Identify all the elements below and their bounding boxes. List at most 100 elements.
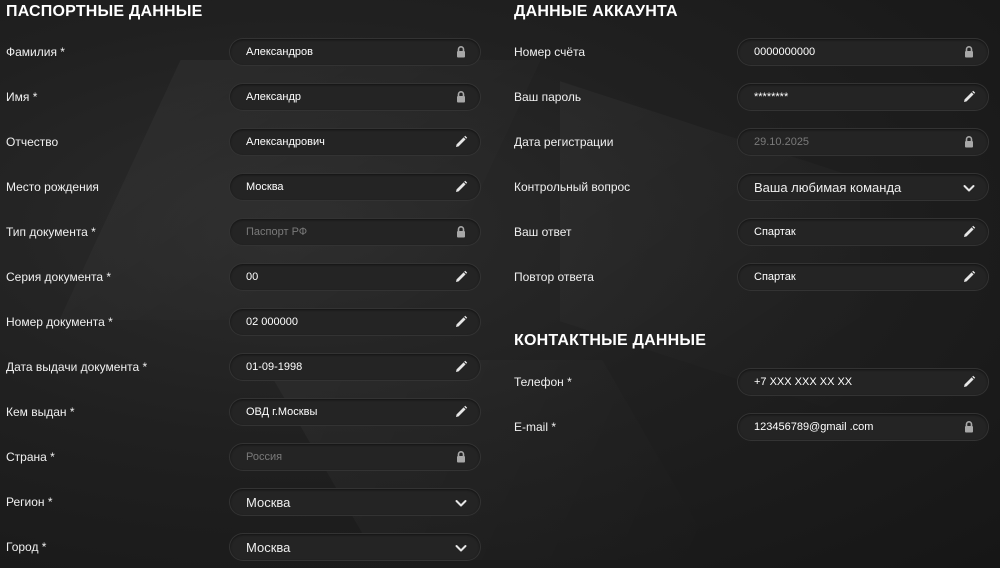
contacts-field-label: E-mail *: [514, 420, 557, 434]
passport-field-value: ОВД г.Москвы: [246, 406, 318, 418]
account-field-0: 0000000000: [737, 38, 989, 66]
passport-field-3[interactable]: Москва: [229, 173, 481, 201]
account-row: Дата регистрации 29.10.2025: [508, 128, 998, 158]
pencil-icon[interactable]: [454, 405, 468, 419]
passport-row: Страна * Россия: [0, 443, 490, 473]
passport-row: Тип документа * Паспорт РФ: [0, 218, 490, 248]
passport-field-label: Страна *: [6, 450, 55, 464]
contacts-field-value: 123456789@gmail .com: [754, 421, 874, 433]
passport-section-title: ПАСПОРТНЫЕ ДАННЫЕ: [6, 3, 203, 20]
pencil-icon[interactable]: [454, 315, 468, 329]
account-row: Номер счёта 0000000000: [508, 38, 998, 68]
passport-dropdown-11[interactable]: Москва: [229, 533, 481, 561]
passport-row: Серия документа * 00: [0, 263, 490, 293]
account-field-5[interactable]: Спартак: [737, 263, 989, 291]
lock-icon: [454, 225, 468, 239]
chevron-down-icon[interactable]: [962, 181, 976, 195]
account-field-1[interactable]: ********: [737, 83, 989, 111]
lock-icon: [962, 45, 976, 59]
passport-row: Город * Москва: [0, 533, 490, 563]
passport-dropdown-10[interactable]: Москва: [229, 488, 481, 516]
passport-field-label: Дата выдачи документа *: [6, 360, 148, 374]
account-field-value: ********: [754, 91, 789, 103]
passport-row: Место рождения Москва: [0, 173, 490, 203]
account-dropdown-3[interactable]: Ваша любимая команда: [737, 173, 989, 201]
passport-field-value: Москва: [246, 495, 291, 510]
pencil-icon[interactable]: [962, 375, 976, 389]
passport-row: Отчество Александрович: [0, 128, 490, 158]
passport-field-6[interactable]: 02 000000: [229, 308, 481, 336]
account-field-label: Номер счёта: [514, 45, 586, 59]
passport-field-label: Номер документа *: [6, 315, 113, 329]
passport-field-value: Александров: [246, 46, 313, 58]
passport-field-value: Паспорт РФ: [246, 226, 308, 238]
passport-field-value: 01-09-1998: [246, 361, 303, 373]
passport-field-9: Россия: [229, 443, 481, 471]
passport-row: Регион * Москва: [0, 488, 490, 518]
chevron-down-icon[interactable]: [454, 541, 468, 555]
chevron-down-icon[interactable]: [454, 496, 468, 510]
passport-field-value: Москва: [246, 540, 291, 555]
passport-field-label: Серия документа *: [6, 270, 112, 284]
contacts-row: E-mail * 123456789@gmail .com: [508, 413, 998, 443]
pencil-icon[interactable]: [454, 135, 468, 149]
account-row: Контрольный вопрос Ваша любимая команда: [508, 173, 998, 203]
account-field-value: Ваша любимая команда: [754, 180, 902, 195]
account-field-label: Ваш пароль: [514, 90, 582, 104]
passport-field-5[interactable]: 00: [229, 263, 481, 291]
account-field-value: 29.10.2025: [754, 136, 810, 148]
passport-field-label: Имя *: [6, 90, 38, 104]
account-field-4[interactable]: Спартак: [737, 218, 989, 246]
account-field-label: Дата регистрации: [514, 135, 614, 149]
pencil-icon[interactable]: [454, 180, 468, 194]
passport-row: Имя * Александр: [0, 83, 490, 113]
account-field-label: Ваш ответ: [514, 225, 572, 239]
passport-field-7[interactable]: 01-09-1998: [229, 353, 481, 381]
passport-field-label: Кем выдан *: [6, 405, 75, 419]
lock-icon: [962, 135, 976, 149]
account-field-value: Спартак: [754, 226, 796, 238]
lock-icon: [454, 450, 468, 464]
account-field-label: Контрольный вопрос: [514, 180, 631, 194]
account-field-label: Повтор ответа: [514, 270, 594, 284]
lock-icon: [962, 420, 976, 434]
passport-field-0: Александров: [229, 38, 481, 66]
account-field-2: 29.10.2025: [737, 128, 989, 156]
contacts-row: Телефон * +7 XXX XXX XX XX: [508, 368, 998, 398]
passport-field-label: Город *: [6, 540, 47, 554]
pencil-icon[interactable]: [962, 90, 976, 104]
account-row: Ваш пароль ********: [508, 83, 998, 113]
contacts-field-1: 123456789@gmail .com: [737, 413, 989, 441]
passport-field-label: Регион *: [6, 495, 53, 509]
passport-field-label: Отчество: [6, 135, 59, 149]
pencil-icon[interactable]: [962, 225, 976, 239]
passport-row: Фамилия * Александров: [0, 38, 490, 68]
passport-field-value: Александрович: [246, 136, 325, 148]
contacts-field-label: Телефон *: [514, 375, 572, 389]
passport-row: Дата выдачи документа * 01-09-1998: [0, 353, 490, 383]
passport-field-1: Александр: [229, 83, 481, 111]
contacts-field-value: +7 XXX XXX XX XX: [754, 376, 853, 388]
lock-icon: [454, 90, 468, 104]
contacts-field-0[interactable]: +7 XXX XXX XX XX: [737, 368, 989, 396]
passport-field-label: Тип документа *: [6, 225, 96, 239]
passport-field-value: Россия: [246, 451, 283, 463]
contacts-section-title: КОНТАКТНЫЕ ДАННЫЕ: [514, 332, 707, 349]
passport-row: Номер документа * 02 000000: [0, 308, 490, 338]
pencil-icon[interactable]: [454, 360, 468, 374]
pencil-icon[interactable]: [454, 270, 468, 284]
lock-icon: [454, 45, 468, 59]
account-section-title: ДАННЫЕ АККАУНТА: [514, 3, 678, 20]
pencil-icon[interactable]: [962, 270, 976, 284]
passport-field-8[interactable]: ОВД г.Москвы: [229, 398, 481, 426]
account-field-value: 0000000000: [754, 46, 816, 58]
account-row: Повтор ответа Спартак: [508, 263, 998, 293]
passport-field-label: Фамилия *: [6, 45, 65, 59]
passport-field-value: Москва: [246, 181, 284, 193]
passport-field-value: Александр: [246, 91, 302, 103]
passport-field-label: Место рождения: [6, 180, 99, 194]
passport-field-value: 00: [246, 271, 259, 283]
passport-field-4: Паспорт РФ: [229, 218, 481, 246]
passport-field-2[interactable]: Александрович: [229, 128, 481, 156]
account-row: Ваш ответ Спартак: [508, 218, 998, 248]
